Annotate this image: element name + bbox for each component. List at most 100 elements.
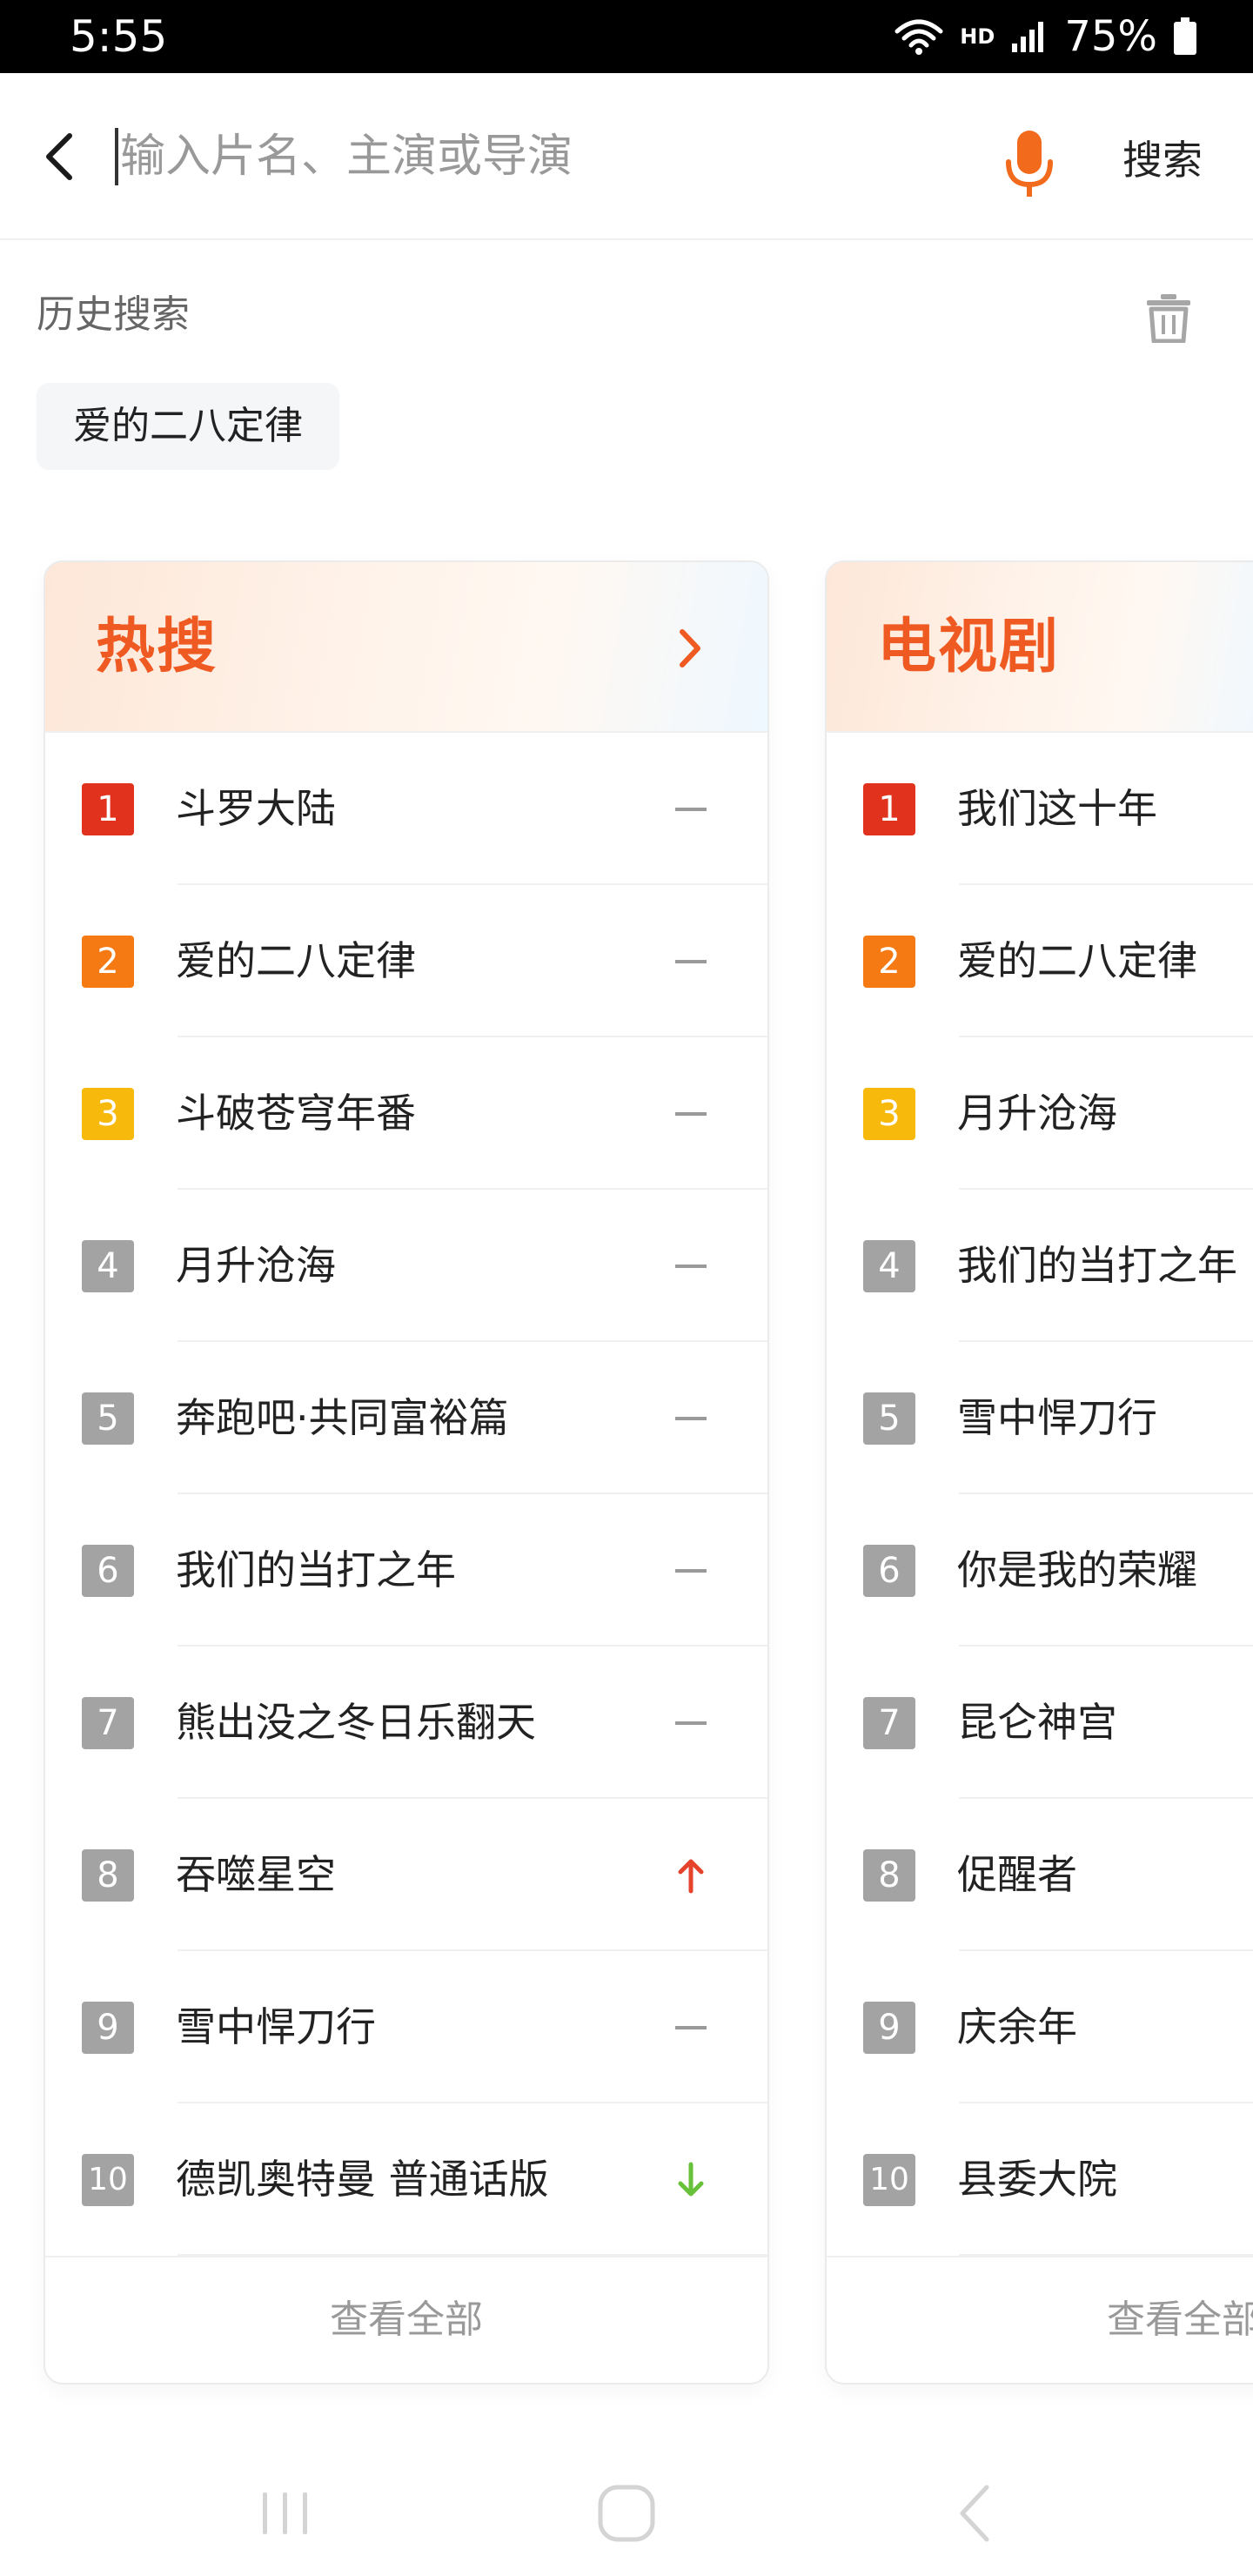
hot-view-all-button[interactable]: 查看全部 [45, 2256, 767, 2383]
voice-search-button[interactable] [1001, 124, 1058, 204]
rank-badge: 5 [863, 1392, 915, 1445]
rank-badge: 3 [863, 1088, 915, 1140]
rank-row[interactable]: 5 雪中悍刀行 [827, 1342, 1253, 1494]
rank-badge: 10 [82, 2154, 134, 2206]
tv-rank-list: 1 我们这十年 2 爱的二八定律 3 月升沧海 4 我们的当打之年 5 雪中悍刀行 6 你是我的荣耀 7… [827, 733, 1253, 2256]
rank-badge: 4 [82, 1240, 134, 1292]
rank-row[interactable]: 8 促醒者 [827, 1799, 1253, 1951]
rank-row[interactable]: 3 斗破苍穹年番 [45, 1037, 767, 1190]
rank-badge: 6 [863, 1545, 915, 1597]
rank-row[interactable]: 10 德凯奥特曼 普通话版 [45, 2103, 767, 2256]
rank-title: 我们的当打之年 [176, 1546, 456, 1593]
rank-row[interactable]: 2 爱的二八定律 [45, 885, 767, 1037]
rank-badge: 1 [82, 783, 134, 835]
rank-title: 爱的二八定律 [176, 937, 416, 984]
home-icon [598, 2485, 655, 2542]
rank-title: 促醒者 [957, 1851, 1077, 1898]
search-header: 搜索 [0, 73, 1253, 240]
rank-row[interactable]: 6 你是我的荣耀 [827, 1494, 1253, 1647]
clear-history-button[interactable] [1145, 292, 1197, 345]
history-title: 历史搜索 [37, 292, 190, 337]
hot-search-card: 热搜 1 斗罗大陆 2 爱的二八定律 3 斗破苍穹年番 4 月升沧海 5 奔跑吧·共同富裕篇 6 我们… [44, 560, 769, 2385]
rank-row[interactable]: 4 我们的当打之年 [827, 1190, 1253, 1342]
recent-apps-button[interactable] [251, 2479, 320, 2548]
text-cursor [115, 128, 118, 185]
rank-badge: 9 [863, 2002, 915, 2054]
battery-percent: 75% [1064, 12, 1157, 61]
chevron-right-icon [680, 629, 700, 667]
status-bar: 5:55 HD 75% [0, 0, 1253, 73]
rank-row[interactable]: 10 县委大院 [827, 2103, 1253, 2256]
rank-title: 爱的二八定律 [957, 937, 1197, 984]
back-icon [960, 2485, 989, 2542]
battery-icon [1173, 17, 1197, 56]
chevron-left-icon [46, 133, 72, 180]
rank-title: 雪中悍刀行 [176, 2003, 376, 2050]
trend-flat-icon [673, 1701, 708, 1746]
rank-badge: 2 [863, 936, 915, 988]
tv-series-card: 电视剧 1 我们这十年 2 爱的二八定律 3 月升沧海 4 我们的当打之年 5 雪中悍刀行 6 你是我… [825, 560, 1253, 2385]
rank-badge: 8 [863, 1849, 915, 1902]
rank-row[interactable]: 1 我们这十年 [827, 733, 1253, 885]
rank-title: 月升沧海 [957, 1090, 1117, 1137]
trend-flat-icon [673, 1396, 708, 1441]
rank-badge: 4 [863, 1240, 915, 1292]
search-input[interactable] [120, 118, 938, 195]
rank-row[interactable]: 8 吞噬星空 [45, 1799, 767, 1951]
rank-badge: 3 [82, 1088, 134, 1140]
rank-row[interactable]: 4 月升沧海 [45, 1190, 767, 1342]
home-button[interactable] [592, 2479, 661, 2548]
rank-row[interactable]: 6 我们的当打之年 [45, 1494, 767, 1647]
signal-icon [1010, 19, 1049, 54]
rank-badge: 2 [82, 936, 134, 988]
back-button[interactable] [31, 122, 87, 191]
trend-flat-icon [673, 1244, 708, 1289]
trend-flat-icon [673, 1091, 708, 1137]
rank-title: 斗罗大陆 [176, 785, 336, 832]
system-nav-bar [0, 2437, 1253, 2576]
history-tag[interactable]: 爱的二八定律 [37, 383, 339, 470]
rank-badge: 5 [82, 1392, 134, 1445]
rank-title: 你是我的荣耀 [957, 1546, 1197, 1593]
rank-badge: 10 [863, 2154, 915, 2206]
rank-title: 熊出没之冬日乐翻天 [176, 1699, 536, 1746]
rank-title: 我们的当打之年 [957, 1242, 1237, 1289]
hot-card-more-button[interactable] [673, 620, 708, 677]
status-icons: HD 75% [894, 12, 1197, 61]
rank-row[interactable]: 2 爱的二八定律 [827, 885, 1253, 1037]
hd-indicator: HD [960, 24, 995, 49]
rank-row[interactable]: 9 庆余年 [827, 1951, 1253, 2103]
search-button[interactable]: 搜索 [1122, 125, 1236, 195]
trend-up-icon [673, 1853, 708, 1898]
trend-flat-icon [673, 1548, 708, 1593]
hot-card-title: 热搜 [96, 613, 218, 681]
rank-title: 我们这十年 [957, 785, 1157, 832]
tv-view-all-button[interactable]: 查看全部 [827, 2256, 1253, 2383]
rank-title: 雪中悍刀行 [957, 1394, 1157, 1441]
trend-flat-icon [673, 787, 708, 832]
rank-row[interactable]: 1 斗罗大陆 [45, 733, 767, 885]
rank-row[interactable]: 7 熊出没之冬日乐翻天 [45, 1647, 767, 1799]
rank-title: 月升沧海 [176, 1242, 336, 1289]
microphone-icon [1006, 131, 1053, 197]
rank-title: 吞噬星空 [176, 1851, 336, 1898]
rank-title: 昆仑神宫 [957, 1699, 1117, 1746]
rank-badge: 1 [863, 783, 915, 835]
rank-row[interactable]: 7 昆仑神宫 [827, 1647, 1253, 1799]
rank-title: 庆余年 [957, 2003, 1077, 2050]
search-field[interactable] [115, 118, 968, 195]
rank-row[interactable]: 9 雪中悍刀行 [45, 1951, 767, 2103]
rank-title: 德凯奥特曼 普通话版 [176, 2156, 549, 2203]
rank-row[interactable]: 5 奔跑吧·共同富裕篇 [45, 1342, 767, 1494]
hot-card-header: 热搜 [45, 562, 767, 733]
rank-badge: 9 [82, 2002, 134, 2054]
search-page: 5:55 HD 75% 输入片名、主演或导演 搜索 历史搜索 爱的二八定律 热搜… [0, 0, 1253, 2576]
tv-card-header: 电视剧 [827, 562, 1253, 733]
trend-down-icon [673, 2157, 708, 2203]
rank-badge: 6 [82, 1545, 134, 1597]
rank-row[interactable]: 3 月升沧海 [827, 1037, 1253, 1190]
trend-flat-icon [673, 2005, 708, 2050]
system-back-button[interactable] [941, 2479, 1011, 2548]
rank-title: 县委大院 [957, 2156, 1117, 2203]
trend-flat-icon [673, 939, 708, 984]
